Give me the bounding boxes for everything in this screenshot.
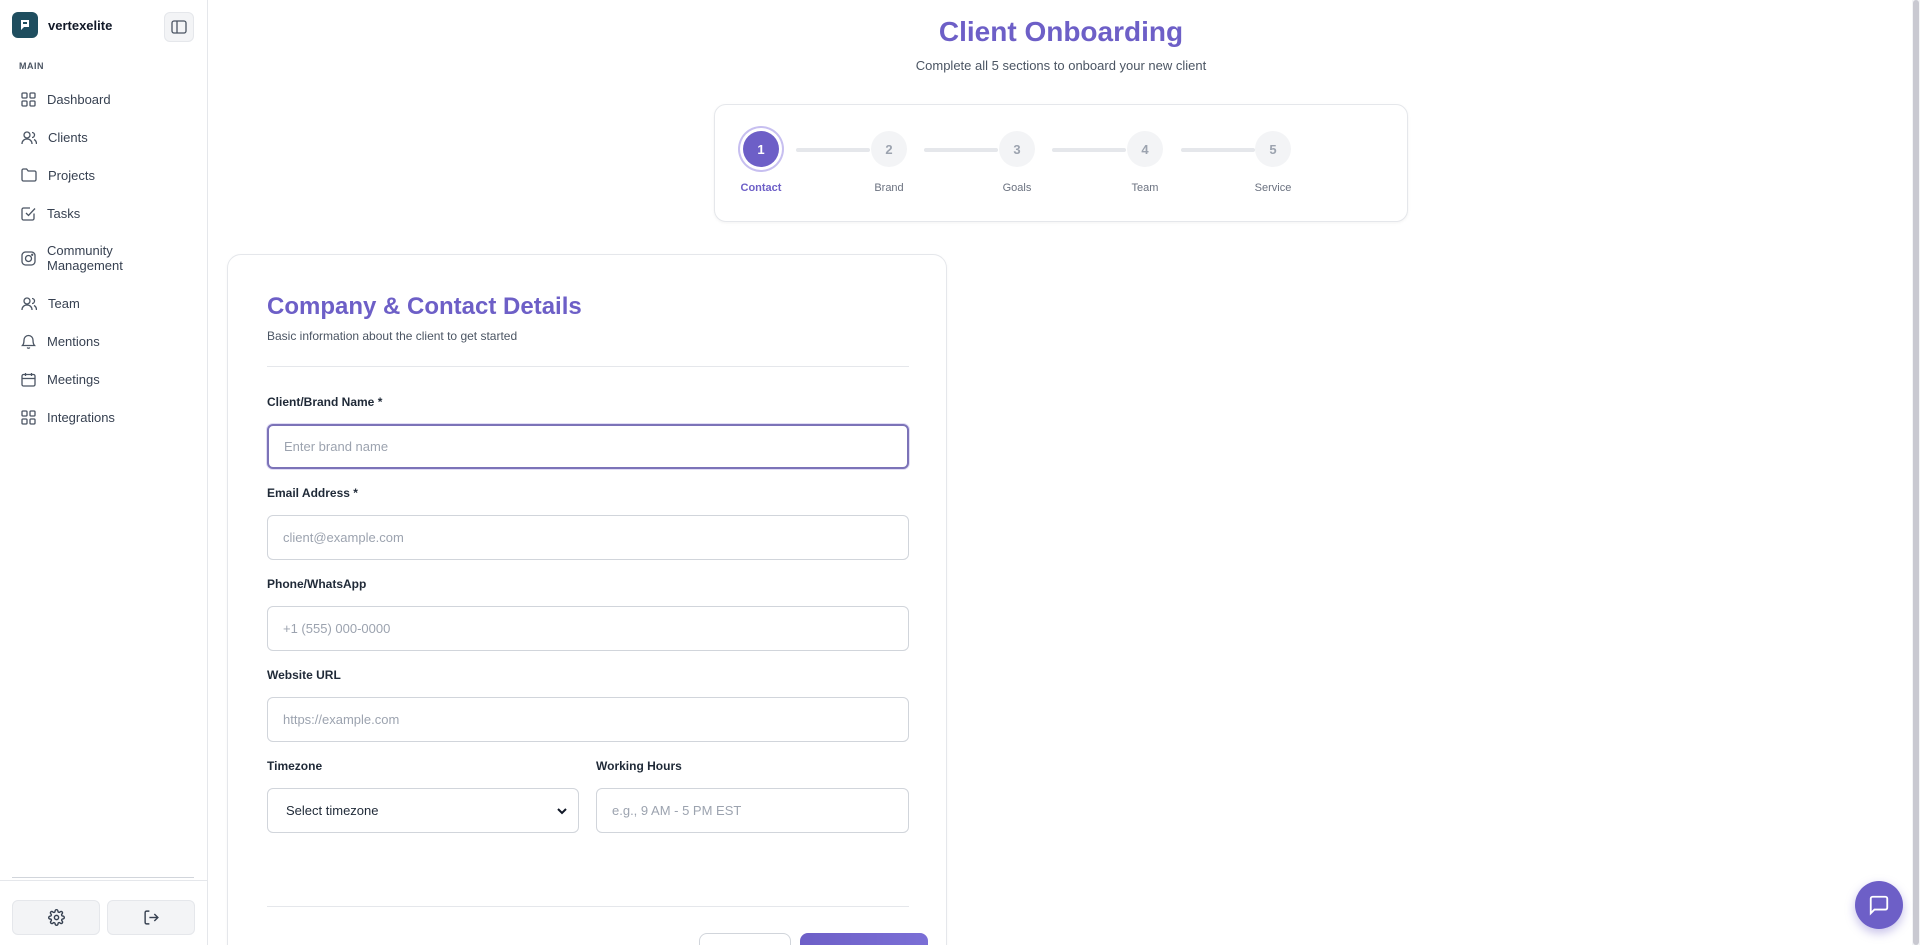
sidebar-item-clients[interactable]: Clients	[10, 118, 198, 156]
chevron-down-icon	[557, 807, 567, 814]
step-goals[interactable]: 3 Goals	[987, 131, 1047, 194]
sidebar-item-label: Tasks	[47, 205, 81, 221]
page-title: Client Onboarding	[938, 16, 1184, 47]
onboarding-stepper: 1 Contact 2 Brand 3 Goals 4 Team 5 Servi…	[714, 104, 1408, 222]
sidebar-item-label: Projects	[48, 167, 95, 183]
step-service[interactable]: 5 Service	[1243, 131, 1303, 194]
sidebar-item-projects[interactable]: Projects	[10, 156, 198, 194]
step-number: 5	[1255, 131, 1291, 167]
calendar-icon	[21, 372, 36, 387]
chat-button[interactable]	[1855, 881, 1903, 929]
form-footer-divider	[267, 906, 909, 907]
sidebar-item-team[interactable]: Team	[10, 284, 198, 322]
sidebar-toggle-button[interactable]	[164, 12, 194, 42]
apps-icon	[21, 409, 36, 425]
brand-name-input[interactable]	[267, 424, 909, 469]
sidebar-item-integrations[interactable]: Integrations	[10, 398, 198, 436]
step-contact[interactable]: 1 Contact	[731, 131, 791, 194]
logout-icon	[143, 910, 159, 925]
bell-icon	[21, 334, 36, 349]
main-content: Client Onboarding Complete all 5 section…	[209, 0, 1920, 945]
timezone-selected: Select timezone	[286, 803, 379, 818]
form-divider	[267, 366, 909, 367]
sidebar-item-community-management[interactable]: Community Management	[10, 232, 198, 284]
timezone-label: Timezone	[267, 759, 323, 773]
step-label: Goals	[1002, 182, 1032, 194]
brand-name-label: Client/Brand Name *	[267, 395, 383, 409]
step-number: 4	[1127, 131, 1163, 167]
folder-icon	[21, 168, 37, 182]
website-label: Website URL	[267, 668, 341, 682]
next-button[interactable]	[800, 933, 928, 945]
working-hours-input[interactable]	[596, 788, 909, 833]
website-input[interactable]	[267, 697, 909, 742]
sidebar-item-label: Dashboard	[47, 91, 111, 107]
step-brand[interactable]: 2 Brand	[859, 131, 919, 194]
step-label: Team	[1131, 182, 1159, 194]
form-subtitle: Basic information about the client to ge…	[267, 329, 518, 343]
brand-logo-icon	[12, 12, 38, 38]
form-title: Company & Contact Details	[267, 293, 582, 320]
nav-section-label: MAIN	[19, 61, 44, 71]
step-number: 2	[871, 131, 907, 167]
sidebar-item-dashboard[interactable]: Dashboard	[10, 80, 198, 118]
sidebar-item-meetings[interactable]: Meetings	[10, 360, 198, 398]
back-button[interactable]	[699, 933, 791, 945]
instagram-icon	[21, 250, 36, 266]
sidebar-item-label: Clients	[48, 129, 88, 145]
step-label: Contact	[740, 182, 782, 194]
email-label: Email Address *	[267, 486, 358, 500]
sidebar-nav: Dashboard Clients Projects Tasks Communi…	[10, 80, 198, 436]
contact-details-card: Company & Contact Details Basic informat…	[227, 254, 947, 945]
sidebar-toggle-icon	[171, 20, 187, 34]
sidebar-item-label: Mentions	[47, 333, 100, 349]
sidebar-item-label: Meetings	[47, 371, 100, 387]
chat-icon	[1869, 895, 1889, 916]
step-label: Brand	[874, 182, 904, 194]
sidebar-footer-divider	[12, 877, 194, 878]
sidebar-item-tasks[interactable]: Tasks	[10, 194, 198, 232]
gear-icon	[47, 909, 65, 926]
sidebar-footer	[0, 880, 208, 881]
working-hours-label: Working Hours	[596, 759, 682, 773]
app-root: vertexelite MAIN Dashboard Clients Proje…	[0, 0, 1920, 945]
settings-button[interactable]	[12, 900, 100, 935]
phone-label: Phone/WhatsApp	[267, 577, 367, 591]
phone-input[interactable]	[267, 606, 909, 651]
sidebar-item-label: Community Management	[47, 243, 123, 273]
timezone-select[interactable]: Select timezone	[267, 788, 579, 833]
logout-button[interactable]	[107, 900, 195, 935]
users-icon	[21, 296, 37, 310]
grid-icon	[21, 91, 36, 107]
step-team[interactable]: 4 Team	[1115, 131, 1175, 194]
scrollbar-thumb[interactable]	[1913, 0, 1919, 945]
brand[interactable]: vertexelite	[12, 12, 112, 38]
brand-name: vertexelite	[48, 17, 113, 33]
sidebar: vertexelite MAIN Dashboard Clients Proje…	[0, 0, 208, 945]
sidebar-item-mentions[interactable]: Mentions	[10, 322, 198, 360]
step-number: 3	[999, 131, 1035, 167]
email-input[interactable]	[267, 515, 909, 560]
check-square-icon	[21, 206, 36, 221]
page-subtitle: Complete all 5 sections to onboard your …	[915, 58, 1207, 73]
users-icon	[21, 130, 37, 144]
step-label: Service	[1254, 182, 1292, 194]
sidebar-item-label: Team	[48, 295, 80, 311]
sidebar-item-label: Integrations	[47, 409, 115, 425]
step-number: 1	[743, 131, 779, 167]
